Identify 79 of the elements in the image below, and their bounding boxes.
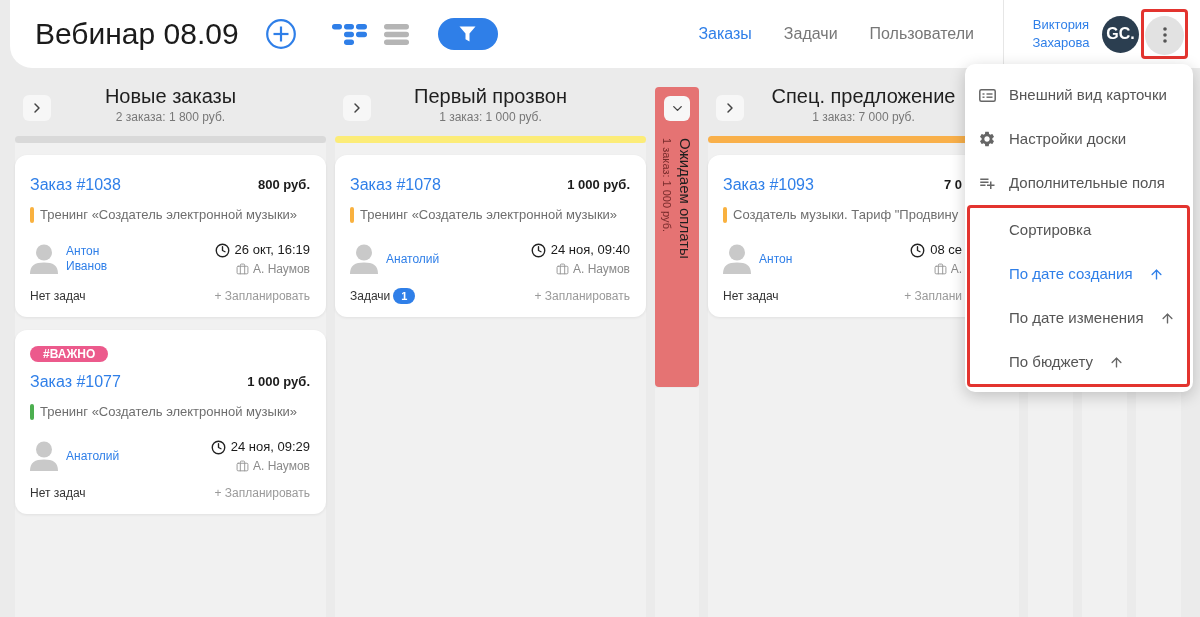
more-button[interactable] xyxy=(1145,15,1184,55)
board-view-icon[interactable] xyxy=(331,23,367,45)
briefcase-icon xyxy=(933,262,947,276)
product-name: Создатель музыки. Тариф "Продвину xyxy=(733,207,959,223)
add-circle-icon[interactable] xyxy=(265,19,296,49)
manager-name: А. xyxy=(950,261,962,277)
collapsed-column[interactable]: Ожидаем оплаты 1 заказ: 1 000 руб. xyxy=(655,87,699,387)
tasks-label: Нет задач xyxy=(723,288,779,304)
gear-icon xyxy=(978,130,996,148)
due-date: 08 се xyxy=(930,242,962,258)
order-card[interactable]: Заказ #1038 800 руб. Тренинг «Создатель электронной музыки» Антон Иванов 26 окт, 16:19 А. Наумов Нет задач + Запланировать xyxy=(15,155,326,317)
sort-option[interactable]: По бюджету xyxy=(970,340,1187,384)
column-summary: 1 заказ: 7 000 руб. xyxy=(812,109,915,125)
expand-button[interactable] xyxy=(343,95,371,121)
briefcase-icon xyxy=(235,459,249,473)
column-title: Первый прозвон xyxy=(414,84,567,108)
menu-item[interactable]: Внешний вид карточки xyxy=(967,73,1190,117)
product-name: Тренинг «Создатель электронной музыки» xyxy=(360,207,618,223)
column-summary: 1 заказ: 1 000 руб. xyxy=(439,109,542,125)
user-avatar-icon xyxy=(350,244,378,274)
task-count: 1 xyxy=(393,288,416,304)
priority-tag: #ВАЖНО xyxy=(30,346,109,362)
assignee-name[interactable]: Антон Иванов xyxy=(66,244,130,274)
order-card[interactable]: #ВАЖНО Заказ #1077 1 000 руб. Тренинг «Создатель электронной музыки» Анатолий 24 ноя, 09:29 А. Наумов Нет задач + Запланировать xyxy=(15,330,326,514)
order-price: 7 0 xyxy=(943,177,962,193)
nav-link[interactable]: Пользователи xyxy=(869,24,974,44)
column-title: Спец. предложение xyxy=(771,84,956,108)
order-price: 800 руб. xyxy=(258,177,310,193)
filter-icon xyxy=(459,26,477,42)
assignee-name[interactable]: Антон xyxy=(759,251,793,267)
briefcase-icon xyxy=(235,262,249,276)
clock-icon xyxy=(530,242,546,258)
user-avatar[interactable]: GC. xyxy=(1102,15,1139,53)
due-date: 24 ноя, 09:40 xyxy=(550,242,630,258)
due-date: 24 ноя, 09:29 xyxy=(230,439,310,455)
assignee-name[interactable]: Анатолий xyxy=(66,448,120,464)
column-summary: 1 заказ: 1 000 руб. xyxy=(660,138,673,235)
order-price: 1 000 руб. xyxy=(247,374,310,390)
schedule-link[interactable]: + Заплани xyxy=(904,288,962,304)
expand-button[interactable] xyxy=(716,95,744,121)
order-link[interactable]: Заказ #1078 xyxy=(350,175,441,195)
filter-button[interactable] xyxy=(437,18,498,50)
user-name[interactable]: Виктория Захарова xyxy=(1028,16,1094,52)
manager-name: А. Наумов xyxy=(572,261,630,277)
user-avatar-icon xyxy=(30,441,58,471)
manager-name: А. Наумов xyxy=(252,261,310,277)
schedule-link[interactable]: + Запланировать xyxy=(214,288,310,304)
due-date: 26 окт, 16:19 xyxy=(234,242,310,258)
board-title: Вебинар 08.09 xyxy=(35,16,239,52)
order-link[interactable]: Заказ #1093 xyxy=(723,175,814,195)
order-link[interactable]: Заказ #1077 xyxy=(30,372,121,392)
assignee-name[interactable]: Анатолий xyxy=(386,251,440,267)
clock-icon xyxy=(210,439,226,455)
column-title: Новые заказы xyxy=(104,84,237,108)
expand-button[interactable] xyxy=(664,96,690,121)
column-summary: 2 заказа: 1 800 руб. xyxy=(115,109,226,125)
clock-icon xyxy=(214,242,230,258)
more-vertical-icon xyxy=(1162,27,1167,43)
nav-link[interactable]: Задачи xyxy=(783,24,838,44)
tasks-label: Задачи xyxy=(350,288,391,304)
tasks-label: Нет задач xyxy=(30,485,86,501)
tasks-label: Нет задач xyxy=(30,288,86,304)
schedule-link[interactable]: + Запланировать xyxy=(214,485,310,501)
order-card[interactable]: Заказ #1078 1 000 руб. Тренинг «Создатель электронной музыки» Анатолий 24 ноя, 09:40 А. Наумов Задачи 1 + Запланировать xyxy=(335,155,646,317)
expand-button[interactable] xyxy=(23,95,51,121)
nav-link[interactable]: Заказы xyxy=(698,24,752,44)
card-layout-icon xyxy=(978,88,996,102)
briefcase-icon xyxy=(555,262,569,276)
order-link[interactable]: Заказ #1038 xyxy=(30,175,121,195)
product-name: Тренинг «Создатель электронной музыки» xyxy=(40,404,298,420)
list-view-icon[interactable] xyxy=(383,23,409,45)
clock-icon xyxy=(910,242,926,258)
column-title: Ожидаем оплаты xyxy=(676,138,694,259)
product-name: Тренинг «Создатель электронной музыки» xyxy=(40,207,298,223)
user-avatar-icon xyxy=(30,244,58,274)
order-price: 1 000 руб. xyxy=(567,177,630,193)
schedule-link[interactable]: + Запланировать xyxy=(534,288,630,304)
user-avatar-icon xyxy=(723,244,751,274)
manager-name: А. Наумов xyxy=(252,458,310,474)
